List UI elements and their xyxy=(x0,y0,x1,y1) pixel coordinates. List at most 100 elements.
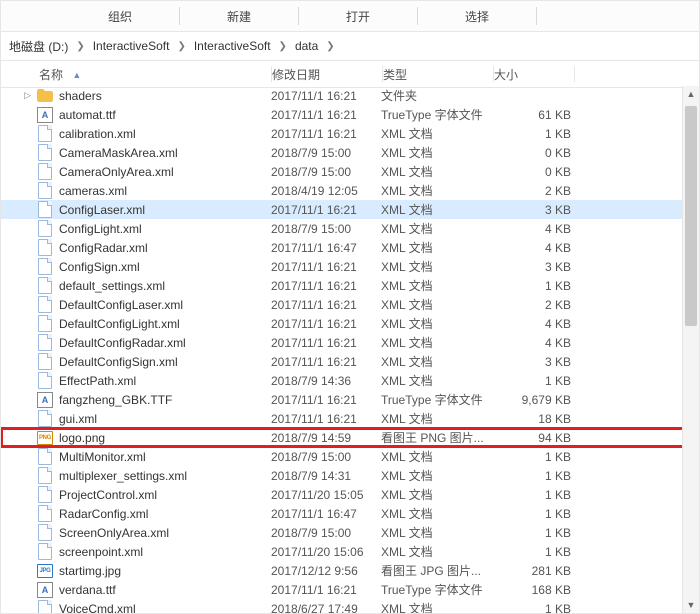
breadcrumb-drive[interactable]: 地磁盘 (D:) xyxy=(5,38,72,55)
file-type: XML 文档 xyxy=(381,353,491,370)
file-name: ConfigSign.xml xyxy=(59,260,271,274)
file-type: XML 文档 xyxy=(381,334,491,351)
file-row[interactable]: multiplexer_settings.xml2018/7/9 14:31XM… xyxy=(1,466,699,485)
breadcrumb-item[interactable]: InteractiveSoft xyxy=(190,39,275,53)
file-row[interactable]: DefaultConfigLaser.xml2017/11/1 16:21XML… xyxy=(1,295,699,314)
file-row[interactable]: PNGlogo.png2018/7/9 14:59看图王 PNG 图片...94… xyxy=(1,428,699,447)
breadcrumb-item[interactable]: data xyxy=(291,39,322,53)
file-date: 2017/11/1 16:21 xyxy=(271,127,381,141)
file-icon xyxy=(37,126,53,142)
font-file-icon: A xyxy=(37,392,53,408)
file-date: 2017/11/1 16:21 xyxy=(271,260,381,274)
file-icon xyxy=(37,411,53,427)
file-name: VoiceCmd.xml xyxy=(59,602,271,614)
file-size: 168 KB xyxy=(491,583,579,597)
file-size: 1 KB xyxy=(491,545,579,559)
file-size: 9,679 KB xyxy=(491,393,579,407)
file-size: 4 KB xyxy=(491,336,579,350)
chevron-right-icon: ❯ xyxy=(76,41,84,52)
scroll-down-icon[interactable]: ▼ xyxy=(683,597,699,613)
file-type: XML 文档 xyxy=(381,296,491,313)
file-date: 2017/11/1 16:21 xyxy=(271,583,381,597)
col-header-name[interactable]: 名称 ▲ xyxy=(1,66,271,83)
file-type: XML 文档 xyxy=(381,144,491,161)
col-header-date[interactable]: 修改日期 xyxy=(272,66,382,83)
file-date: 2018/7/9 15:00 xyxy=(271,222,381,236)
file-type: XML 文档 xyxy=(381,182,491,199)
file-row[interactable]: ConfigSign.xml2017/11/1 16:21XML 文档3 KB xyxy=(1,257,699,276)
scroll-track[interactable] xyxy=(683,102,699,597)
col-header-type[interactable]: 类型 xyxy=(383,66,493,83)
file-row[interactable]: ConfigLaser.xml2017/11/1 16:21XML 文档3 KB xyxy=(1,200,699,219)
file-date: 2018/7/9 14:36 xyxy=(271,374,381,388)
file-type: TrueType 字体文件 xyxy=(381,106,491,123)
scroll-thumb[interactable] xyxy=(685,106,697,326)
file-row[interactable]: CameraOnlyArea.xml2018/7/9 15:00XML 文档0 … xyxy=(1,162,699,181)
file-row[interactable]: VoiceCmd.xml2018/6/27 17:49XML 文档1 KB xyxy=(1,599,699,613)
file-row[interactable]: ScreenOnlyArea.xml2018/7/9 15:00XML 文档1 … xyxy=(1,523,699,542)
file-size: 4 KB xyxy=(491,222,579,236)
file-name: startimg.jpg xyxy=(59,564,271,578)
file-type: XML 文档 xyxy=(381,505,491,522)
file-size: 1 KB xyxy=(491,469,579,483)
breadcrumb[interactable]: 地磁盘 (D:) ❯ InteractiveSoft ❯ Interactive… xyxy=(1,32,699,61)
file-row[interactable]: default_settings.xml2017/11/1 16:21XML 文… xyxy=(1,276,699,295)
file-row[interactable]: DefaultConfigSign.xml2017/11/1 16:21XML … xyxy=(1,352,699,371)
menu-new[interactable]: 新建 xyxy=(180,8,298,25)
file-row[interactable]: gui.xml2017/11/1 16:21XML 文档18 KB xyxy=(1,409,699,428)
file-size: 61 KB xyxy=(491,108,579,122)
file-date: 2017/11/1 16:21 xyxy=(271,108,381,122)
file-size: 1 KB xyxy=(491,507,579,521)
file-type: 看图王 JPG 图片... xyxy=(381,562,491,579)
file-row[interactable]: JPGstartimg.jpg2017/12/12 9:56看图王 JPG 图片… xyxy=(1,561,699,580)
file-row[interactable]: CameraMaskArea.xml2018/7/9 15:00XML 文档0 … xyxy=(1,143,699,162)
file-type: 看图王 PNG 图片... xyxy=(381,429,491,446)
file-row[interactable]: EffectPath.xml2018/7/9 14:36XML 文档1 KB xyxy=(1,371,699,390)
file-row[interactable]: ConfigLight.xml2018/7/9 15:00XML 文档4 KB xyxy=(1,219,699,238)
file-icon xyxy=(37,335,53,351)
file-name: DefaultConfigRadar.xml xyxy=(59,336,271,350)
file-icon xyxy=(37,145,53,161)
file-row[interactable]: calibration.xml2017/11/1 16:21XML 文档1 KB xyxy=(1,124,699,143)
file-row[interactable]: cameras.xml2018/4/19 12:05XML 文档2 KB xyxy=(1,181,699,200)
file-row[interactable]: Aautomat.ttf2017/11/1 16:21TrueType 字体文件… xyxy=(1,105,699,124)
menu-organize[interactable]: 组织 xyxy=(61,8,179,25)
menu-open[interactable]: 打开 xyxy=(299,8,417,25)
file-row[interactable]: MultiMonitor.xml2018/7/9 15:00XML 文档1 KB xyxy=(1,447,699,466)
file-row[interactable]: Averdana.ttf2017/11/1 16:21TrueType 字体文件… xyxy=(1,580,699,599)
file-icon xyxy=(37,278,53,294)
vertical-scrollbar[interactable]: ▲ ▼ xyxy=(682,86,699,613)
file-row[interactable]: ConfigRadar.xml2017/11/1 16:47XML 文档4 KB xyxy=(1,238,699,257)
file-size: 1 KB xyxy=(491,127,579,141)
file-date: 2018/7/9 14:59 xyxy=(271,431,381,445)
file-icon xyxy=(37,544,53,560)
file-type: XML 文档 xyxy=(381,258,491,275)
file-date: 2017/11/1 16:21 xyxy=(271,412,381,426)
font-file-icon: A xyxy=(37,107,53,123)
menu-select[interactable]: 选择 xyxy=(418,8,536,25)
file-name: default_settings.xml xyxy=(59,279,271,293)
file-row[interactable]: ▷shaders2017/11/1 16:21文件夹 xyxy=(1,86,699,105)
col-header-size[interactable]: 大小 xyxy=(494,66,574,83)
file-icon xyxy=(37,354,53,370)
file-row[interactable]: RadarConfig.xml2017/11/1 16:47XML 文档1 KB xyxy=(1,504,699,523)
file-row[interactable]: ProjectControl.xml2017/11/20 15:05XML 文档… xyxy=(1,485,699,504)
file-type: XML 文档 xyxy=(381,448,491,465)
row-expander[interactable]: ▷ xyxy=(1,90,37,101)
expand-icon[interactable]: ▷ xyxy=(24,90,31,101)
file-size: 2 KB xyxy=(491,184,579,198)
file-name: cameras.xml xyxy=(59,184,271,198)
file-row[interactable]: screenpoint.xml2017/11/20 15:06XML 文档1 K… xyxy=(1,542,699,561)
scroll-up-icon[interactable]: ▲ xyxy=(683,86,699,102)
file-type: XML 文档 xyxy=(381,277,491,294)
file-row[interactable]: DefaultConfigLight.xml2017/11/1 16:21XML… xyxy=(1,314,699,333)
file-row[interactable]: DefaultConfigRadar.xml2017/11/1 16:21XML… xyxy=(1,333,699,352)
file-row[interactable]: Afangzheng_GBK.TTF2017/11/1 16:21TrueTyp… xyxy=(1,390,699,409)
breadcrumb-item[interactable]: InteractiveSoft xyxy=(89,39,174,53)
file-type: 文件夹 xyxy=(381,87,491,104)
file-size: 1 KB xyxy=(491,488,579,502)
sort-asc-icon: ▲ xyxy=(72,70,81,80)
file-name: multiplexer_settings.xml xyxy=(59,469,271,483)
file-icon xyxy=(37,202,53,218)
file-name: logo.png xyxy=(59,431,271,445)
